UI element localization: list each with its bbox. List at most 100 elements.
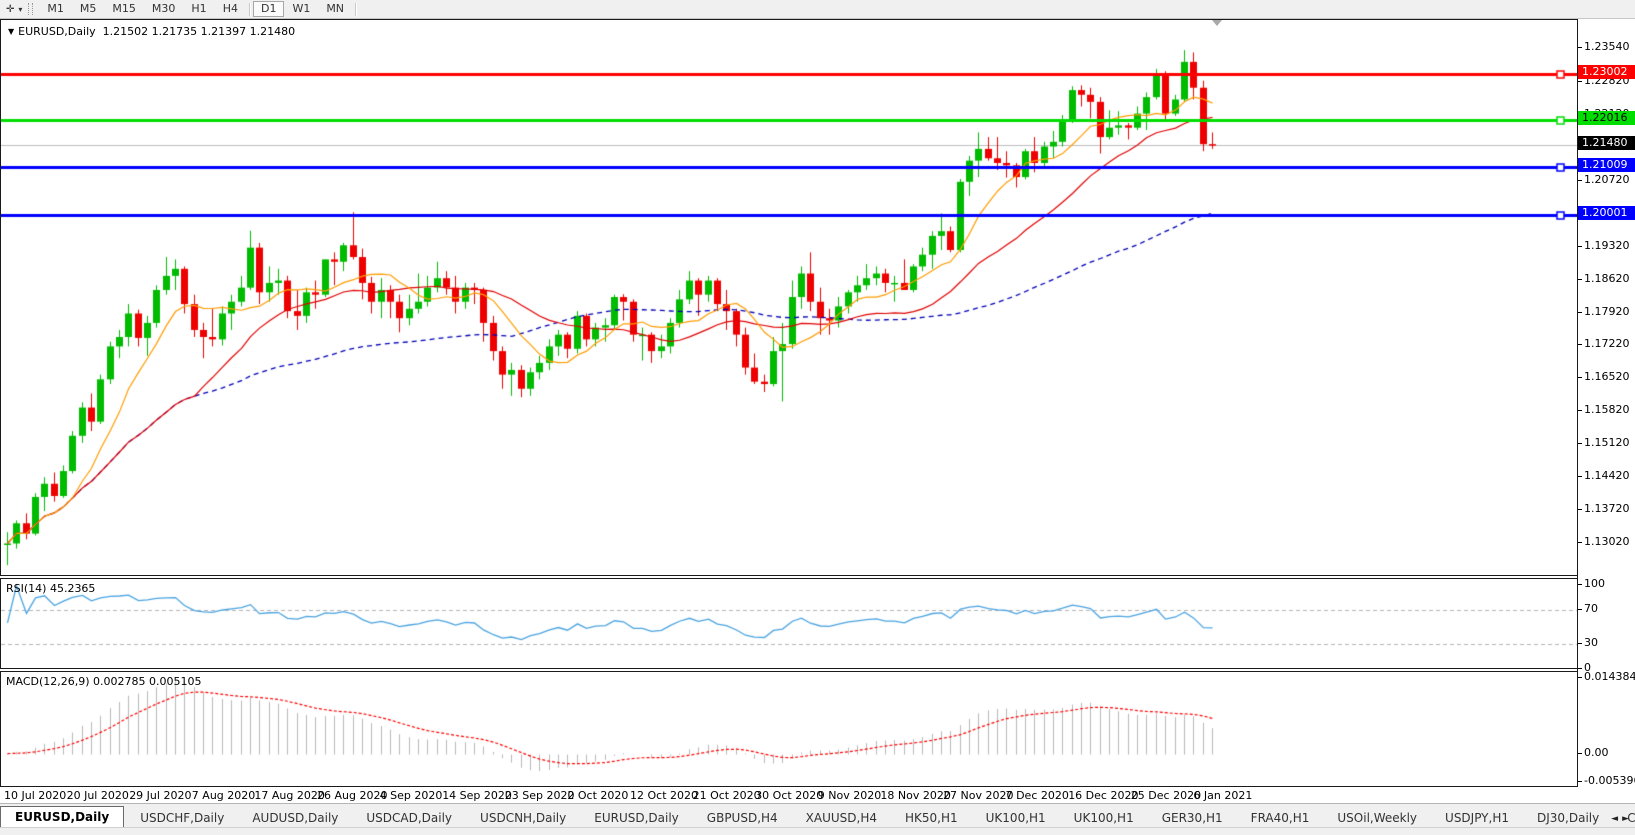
tab-xauusd-h4-7[interactable]: XAUUSD,H4	[792, 808, 891, 828]
macd-indicator-pane: MACD(12,26,9) 0.002785 0.005105	[0, 671, 1578, 787]
chart-ohlc-values: 1.21502 1.21735 1.21397 1.21480	[103, 25, 295, 38]
tab-fra40-h1-12[interactable]: FRA40,H1	[1237, 808, 1324, 828]
tab-scroll-right-icon[interactable]: ►	[1622, 814, 1633, 824]
axis-tick-mark	[1578, 476, 1582, 477]
price-tick-label: 1.13720	[1584, 502, 1630, 515]
tab-usdchf-daily-1[interactable]: USDCHF,Daily	[126, 808, 238, 828]
hline-price-label[interactable]: 1.20001	[1578, 206, 1635, 220]
macd-tick-label: 0.00	[1584, 746, 1609, 759]
date-label: 6 Jan 2021	[1193, 789, 1252, 802]
axis-tick-mark	[1578, 668, 1582, 669]
tab-dj30-daily-15[interactable]: DJ30,Daily	[1523, 808, 1613, 828]
axis-tick-mark	[1578, 81, 1582, 82]
timeframe-button-w1[interactable]: W1	[284, 1, 318, 17]
timeframe-button-m15[interactable]: M15	[104, 1, 144, 17]
price-tick-label: 1.15820	[1584, 403, 1630, 416]
macd-canvas[interactable]	[1, 672, 1577, 786]
price-tick-label: 1.15120	[1584, 436, 1630, 449]
price-tick-label: 1.18620	[1584, 272, 1630, 285]
date-label: 14 Sep 2020	[442, 789, 512, 802]
timeframe-button-m1[interactable]: M1	[39, 1, 72, 17]
tab-usdcnh-daily-4[interactable]: USDCNH,Daily	[466, 808, 580, 828]
axis-tick-mark	[1578, 180, 1582, 181]
date-label: 10 Jul 2020	[4, 789, 66, 802]
toolbar-separator	[249, 3, 250, 16]
chart-shift-marker-icon	[1212, 20, 1222, 26]
tab-uk100-h1-10[interactable]: UK100,H1	[1060, 808, 1148, 828]
hline-price-label[interactable]: 1.23002	[1578, 65, 1635, 79]
tab-eurusd-daily-0[interactable]: EURUSD,Daily	[0, 806, 124, 828]
tab-uk100-h1-9[interactable]: UK100,H1	[972, 808, 1060, 828]
date-label: 26 Aug 2020	[317, 789, 387, 802]
tab-usdcad-daily-3[interactable]: USDCAD,Daily	[352, 808, 466, 828]
price-tick-label: 1.19320	[1584, 239, 1630, 252]
rsi-tick-label: 100	[1584, 577, 1605, 590]
date-label: 27 Nov 2020	[943, 789, 1013, 802]
macd-tick-label: 0.014384	[1584, 670, 1635, 683]
date-label: 30 Oct 2020	[755, 789, 823, 802]
chart-title: ▼ EURUSD,Daily 1.21502 1.21735 1.21397 1.…	[8, 25, 295, 38]
rsi-tick-label: 30	[1584, 636, 1598, 649]
axis-tick-mark	[1578, 410, 1582, 411]
rsi-indicator-pane: RSI(14) 45.2365	[0, 578, 1578, 669]
macd-label: MACD(12,26,9) 0.002785 0.005105	[6, 675, 202, 688]
tab-scroll-arrows[interactable]: ◄►	[1611, 814, 1633, 824]
timeframe-button-group: M1M5M15M30H1H4 D1W1MN	[39, 1, 359, 17]
date-label: 17 Aug 2020	[254, 789, 324, 802]
tab-gbpusd-h4-6[interactable]: GBPUSD,H4	[693, 808, 792, 828]
rsi-canvas[interactable]	[1, 579, 1577, 668]
tab-usdjpy-h1-14[interactable]: USDJPY,H1	[1431, 808, 1523, 828]
axis-tick-mark	[1578, 609, 1582, 610]
tab-audusd-daily-2[interactable]: AUDUSD,Daily	[238, 808, 352, 828]
axis-tick-mark	[1578, 509, 1582, 510]
toolbar-separator	[355, 3, 356, 16]
timeframe-button-mn[interactable]: MN	[318, 1, 352, 17]
tab-scroll-left-icon[interactable]: ◄	[1611, 814, 1622, 824]
tab-usoil-weekly-13[interactable]: USOil,Weekly	[1323, 808, 1431, 828]
hline-price-label[interactable]: 1.22016	[1578, 111, 1635, 125]
crosshair-tool-icon[interactable]: ✛	[0, 4, 18, 15]
hline-price-label[interactable]: 1.21480	[1578, 136, 1635, 150]
timeframe-button-h4[interactable]: H4	[215, 1, 246, 17]
axis-tick-mark	[1578, 47, 1582, 48]
axis-tick-mark	[1578, 781, 1582, 782]
price-tick-label: 1.16520	[1584, 370, 1630, 383]
price-tick-label: 1.23540	[1584, 40, 1630, 53]
tab-hk50-h1-8[interactable]: HK50,H1	[891, 808, 972, 828]
date-label: 4 Sep 2020	[380, 789, 443, 802]
axis-tick-mark	[1578, 643, 1582, 644]
rsi-label: RSI(14) 45.2365	[6, 582, 95, 595]
timeframe-button-m30[interactable]: M30	[144, 1, 184, 17]
date-label: 18 Nov 2020	[880, 789, 950, 802]
timeframe-button-h1[interactable]: H1	[183, 1, 214, 17]
chart-tab-bar: EURUSD,DailyUSDCHF,DailyAUDUSD,DailyUSDC…	[0, 803, 1635, 828]
tab-eurusd-daily-5[interactable]: EURUSD,Daily	[580, 808, 693, 828]
hline-price-label[interactable]: 1.21009	[1578, 158, 1635, 172]
price-tick-label: 1.13020	[1584, 535, 1630, 548]
axis-tick-mark	[1578, 443, 1582, 444]
tab-ger30-h1-11[interactable]: GER30,H1	[1148, 808, 1237, 828]
axis-tick-mark	[1578, 246, 1582, 247]
date-label: 29 Jul 2020	[129, 789, 191, 802]
cursor-dropdown-icon[interactable]: ▾	[18, 5, 26, 14]
axis-tick-mark	[1578, 344, 1582, 345]
date-label: 25 Dec 2020	[1131, 789, 1201, 802]
main-chart-canvas[interactable]	[1, 20, 1577, 575]
date-label: 7 Aug 2020	[192, 789, 255, 802]
date-axis: 10 Jul 202020 Jul 202029 Jul 20207 Aug 2…	[0, 787, 1578, 803]
toolbar-grip[interactable]	[28, 3, 33, 15]
chart-symbol: EURUSD,Daily	[18, 25, 95, 38]
date-label: 16 Dec 2020	[1068, 789, 1138, 802]
axis-tick-mark	[1578, 377, 1582, 378]
axis-tick-mark	[1578, 584, 1582, 585]
price-tick-label: 1.17920	[1584, 305, 1630, 318]
date-label: 21 Oct 2020	[693, 789, 761, 802]
rsi-tick-label: 70	[1584, 602, 1598, 615]
axis-tick-mark	[1578, 753, 1582, 754]
timeframe-button-m5[interactable]: M5	[72, 1, 105, 17]
date-label: 12 Oct 2020	[630, 789, 698, 802]
date-label: 7 Dec 2020	[1006, 789, 1069, 802]
timeframe-button-d1[interactable]: D1	[253, 1, 284, 17]
symbol-marker-icon: ▼	[8, 27, 14, 36]
price-scale-divider	[1577, 19, 1578, 787]
